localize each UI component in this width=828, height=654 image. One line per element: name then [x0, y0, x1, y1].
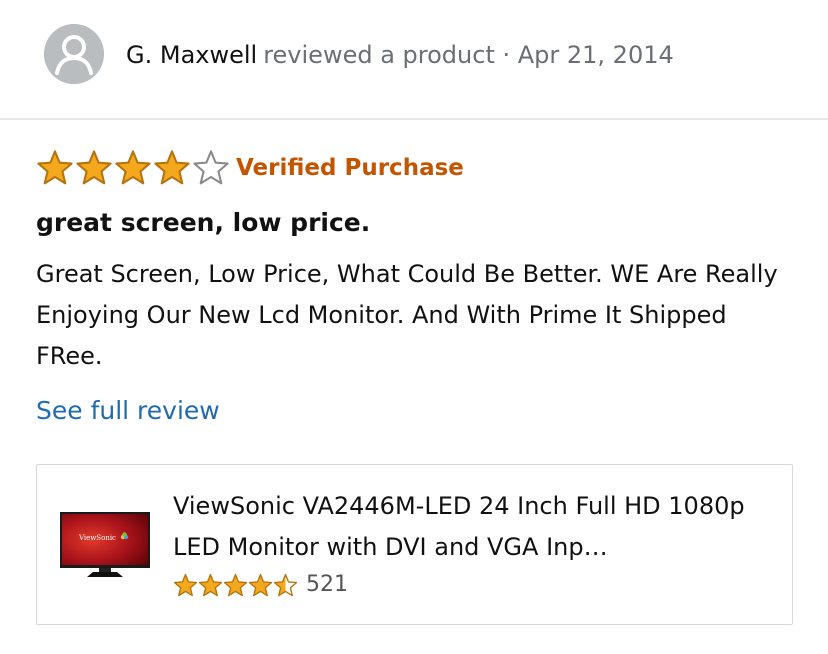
- star-half-icon: [273, 573, 298, 596]
- product-star-rating: [173, 573, 298, 598]
- monitor-icon: ViewSonic: [60, 512, 150, 577]
- brand-logo-text: ViewSonic: [78, 534, 116, 542]
- star-filled-icon: [223, 573, 248, 596]
- review-body: Great Screen, Low Price, What Could Be B…: [36, 260, 778, 370]
- star-filled-icon: [173, 573, 198, 596]
- reviewer-line: G. Maxwell reviewed a product · Apr 21, 2…: [126, 38, 674, 72]
- star-filled-icon: [37, 150, 73, 185]
- review-action-date: reviewed a product · Apr 21, 2014: [263, 41, 674, 69]
- star-filled-icon: [198, 573, 223, 596]
- divider: [0, 118, 828, 120]
- star-filled-icon: [154, 150, 190, 185]
- product-title[interactable]: ViewSonic VA2446M-LED 24 Inch Full HD 10…: [173, 486, 773, 568]
- star-filled-icon: [115, 150, 151, 185]
- avatar[interactable]: [44, 24, 104, 84]
- star-rating: [36, 150, 231, 185]
- see-full-review-link[interactable]: See full review: [36, 393, 220, 429]
- product-rating: 521: [173, 571, 348, 599]
- star-empty-icon: [193, 150, 229, 185]
- star-filled-icon: [248, 573, 273, 596]
- verified-purchase-badge: Verified Purchase: [236, 155, 464, 181]
- review-title: great screen, low price.: [36, 208, 371, 237]
- review-header: G. Maxwell reviewed a product · Apr 21, 2…: [0, 0, 828, 118]
- user-silhouette-icon: [44, 24, 104, 84]
- rating-count[interactable]: 521: [306, 571, 348, 599]
- star-filled-icon: [76, 150, 112, 185]
- reviewer-name[interactable]: G. Maxwell: [126, 41, 257, 69]
- product-card[interactable]: ViewSonic ViewSonic VA2446M-LED 24 Inch …: [36, 464, 793, 625]
- product-image[interactable]: ViewSonic: [59, 511, 151, 581]
